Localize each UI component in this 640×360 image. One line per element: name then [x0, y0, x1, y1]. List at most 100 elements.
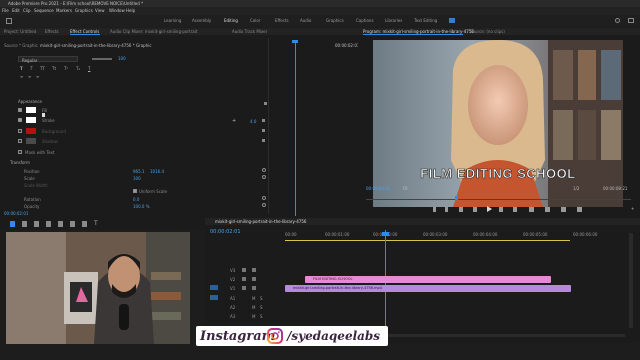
- menu-file[interactable]: File: [2, 8, 9, 13]
- timeline-timecode[interactable]: 00:00:02:01: [210, 229, 241, 235]
- font-size-slider[interactable]: [92, 58, 112, 60]
- reset-opacity-icon[interactable]: [262, 203, 266, 207]
- opacity-value[interactable]: 100.0 %: [133, 204, 150, 209]
- play-icon[interactable]: [487, 206, 492, 212]
- a1-solo-button[interactable]: S: [260, 296, 263, 301]
- work-area-bar[interactable]: [285, 240, 570, 241]
- overwrite-icon[interactable]: [545, 207, 550, 212]
- stroke-checkbox[interactable]: [18, 118, 22, 122]
- uniform-scale-checkbox[interactable]: [133, 189, 137, 193]
- tab-source[interactable]: Source: (no clips): [470, 29, 505, 34]
- ripple-edit-tool-icon[interactable]: [34, 221, 39, 227]
- video-clip[interactable]: mixkit-girl-smiling-portrait-in-the-libr…: [285, 285, 571, 292]
- go-to-out-icon[interactable]: [513, 207, 517, 212]
- comparison-view-icon[interactable]: [577, 207, 582, 212]
- home-icon[interactable]: [6, 18, 12, 24]
- search-icon[interactable]: [615, 18, 620, 23]
- a2-mute-button[interactable]: M: [252, 305, 255, 310]
- v1-target-button[interactable]: [210, 285, 218, 290]
- wrench-icon[interactable]: [264, 102, 267, 105]
- workspace-learning[interactable]: Learning: [164, 18, 181, 23]
- menu-sequence[interactable]: Sequence: [34, 8, 54, 13]
- v1-lock-icon[interactable]: [242, 286, 246, 290]
- step-back-icon[interactable]: [473, 207, 477, 212]
- shadow-color-swatch[interactable]: [26, 138, 36, 144]
- a2-solo-button[interactable]: S: [260, 305, 263, 310]
- workspace-effects[interactable]: Effects: [275, 18, 289, 23]
- a1-target-button[interactable]: [210, 295, 218, 300]
- step-forward-icon[interactable]: [499, 207, 503, 212]
- workspace-color[interactable]: Color: [250, 18, 260, 23]
- timeline-playhead-handle[interactable]: [382, 232, 389, 236]
- fullscreen-icon[interactable]: [628, 18, 634, 23]
- selection-tool-icon[interactable]: [10, 221, 15, 227]
- menu-help[interactable]: Help: [126, 8, 135, 13]
- tab-effects[interactable]: Effects: [45, 29, 59, 34]
- add-button-icon[interactable]: +: [631, 206, 634, 211]
- slip-tool-icon[interactable]: [58, 221, 63, 227]
- timeline-vertical-scrollbar[interactable]: [629, 233, 633, 328]
- font-style-dropdown[interactable]: Regular: [18, 56, 78, 63]
- mark-out-icon[interactable]: [445, 207, 448, 212]
- menu-graphics[interactable]: Graphics: [75, 8, 93, 13]
- more-workspaces-icon[interactable]: [449, 18, 455, 23]
- superscript-icon[interactable]: T¹: [64, 66, 68, 71]
- shadow-checkbox[interactable]: [18, 139, 22, 143]
- background-color-swatch[interactable]: [26, 128, 36, 134]
- stroke-color-swatch[interactable]: [26, 117, 36, 123]
- background-checkbox[interactable]: [18, 129, 22, 133]
- go-to-in-icon[interactable]: [459, 207, 463, 212]
- menu-edit[interactable]: Edit: [12, 8, 20, 13]
- align-center-icon[interactable]: ≡: [28, 74, 31, 79]
- tab-project[interactable]: Project: Untitled: [4, 29, 36, 34]
- bold-icon[interactable]: T: [20, 66, 23, 71]
- graphic-clip[interactable]: FILM EDITING SCHOOL: [305, 276, 551, 283]
- program-playhead[interactable]: [455, 196, 458, 200]
- workspace-audio[interactable]: Audio: [300, 18, 311, 23]
- tab-audio-clip-mixer[interactable]: Audio Clip Mixer: mixkit-girl-smiling-po…: [110, 29, 197, 34]
- tab-sequence[interactable]: mixkit-girl-smiling-portrait-in-the-libr…: [215, 219, 306, 224]
- workspace-libraries[interactable]: Libraries: [385, 18, 402, 23]
- v3-eye-icon[interactable]: [252, 268, 256, 272]
- add-stroke-icon[interactable]: +: [232, 118, 236, 124]
- workspace-graphics[interactable]: Graphics: [326, 18, 344, 23]
- timeline-ruler[interactable]: 00:00 00:00:01:00 00:00:02:00 00:00:03:0…: [285, 232, 640, 239]
- razor-tool-icon[interactable]: [46, 221, 51, 227]
- italic-icon[interactable]: T: [30, 66, 32, 71]
- workspace-assembly[interactable]: Assembly: [192, 18, 211, 23]
- menu-view[interactable]: View: [95, 8, 105, 13]
- tab-audio-track-mixer[interactable]: Audio Track Mixer: [232, 29, 267, 34]
- fill-checkbox[interactable]: [18, 108, 22, 112]
- position-y-value[interactable]: 1016.4: [150, 169, 164, 174]
- reset-rotation-icon[interactable]: [262, 196, 266, 200]
- ec-playhead-marker[interactable]: [292, 40, 298, 43]
- track-select-tool-icon[interactable]: [22, 221, 27, 227]
- program-timecode-left[interactable]: 00:00:02:01: [366, 186, 390, 191]
- mask-with-text-checkbox[interactable]: [18, 150, 22, 154]
- workspace-editing[interactable]: Editing: [224, 18, 238, 23]
- v1-eye-icon[interactable]: [252, 286, 256, 290]
- align-right-icon[interactable]: ≡: [36, 74, 39, 79]
- overlay-title[interactable]: FILM EDITING SCHOOL: [420, 166, 575, 182]
- font-size-value[interactable]: 100: [118, 56, 126, 61]
- all-caps-icon[interactable]: TT: [40, 66, 45, 71]
- mark-in-icon[interactable]: [433, 207, 436, 212]
- stroke-eyedropper-icon[interactable]: [262, 119, 265, 122]
- type-tool-icon[interactable]: T: [94, 220, 98, 227]
- v3-lock-icon[interactable]: [242, 268, 246, 272]
- subscript-icon[interactable]: T₁: [76, 66, 80, 71]
- quality-dropdown[interactable]: 1/2: [573, 186, 579, 191]
- align-left-icon[interactable]: ≡: [20, 74, 23, 79]
- v2-lock-icon[interactable]: [242, 277, 246, 281]
- scale-value[interactable]: 100: [133, 176, 141, 181]
- workspace-text-editing[interactable]: Text Editing: [414, 18, 437, 23]
- hand-tool-icon[interactable]: [82, 221, 87, 227]
- a3-mute-button[interactable]: M: [252, 314, 255, 319]
- export-frame-icon[interactable]: [561, 207, 566, 212]
- a1-mute-button[interactable]: M: [252, 296, 255, 301]
- shadow-eyedropper-icon[interactable]: [262, 139, 265, 142]
- reset-position-icon[interactable]: [262, 168, 266, 172]
- v2-eye-icon[interactable]: [252, 277, 256, 281]
- reset-scale-icon[interactable]: [262, 175, 266, 179]
- menu-window[interactable]: Window: [109, 8, 125, 13]
